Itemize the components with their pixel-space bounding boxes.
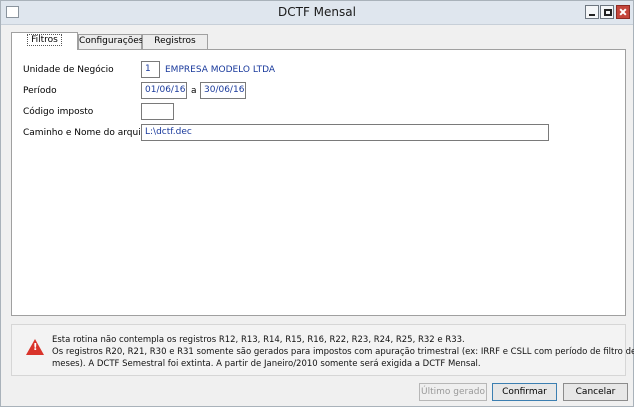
tab-configuracoes[interactable]: Configurações <box>78 34 143 49</box>
maximize-icon[interactable] <box>600 5 614 19</box>
cancelar-button[interactable]: Cancelar <box>563 383 628 401</box>
tab-filtros[interactable]: Filtros <box>11 32 78 50</box>
periodo-separator: a <box>191 86 197 96</box>
unidade-code-input[interactable]: 1 <box>141 61 160 78</box>
close-icon[interactable] <box>616 5 630 19</box>
periodo-inicio-input[interactable]: 01/06/16 <box>141 82 187 99</box>
unidade-name: EMPRESA MODELO LTDA <box>165 65 276 75</box>
codigo-imposto-input[interactable] <box>141 103 174 120</box>
unidade-label: Unidade de Negócio <box>23 65 114 75</box>
title-bar[interactable]: DCTF Mensal <box>1 1 633 25</box>
dctf-window: DCTF Mensal Filtros Configurações Regist… <box>0 0 634 407</box>
info-line-1: Esta rotina não contempla os registros R… <box>52 335 465 345</box>
caminho-arquivo-input[interactable]: L:\dctf.dec <box>141 124 549 141</box>
tab-registros[interactable]: Registros <box>142 34 208 49</box>
periodo-label: Período <box>23 86 57 96</box>
filtros-panel <box>11 49 626 316</box>
window-title: DCTF Mensal <box>278 5 356 19</box>
confirmar-button[interactable]: Confirmar <box>492 383 557 401</box>
codigo-label: Código imposto <box>23 107 94 117</box>
info-line-3: meses). A DCTF Semestral foi extinta. A … <box>52 359 481 369</box>
caminho-label: Caminho e Nome do arquivo <box>23 128 152 138</box>
ultimo-gerado-button[interactable]: Último gerado <box>419 383 487 401</box>
periodo-fim-input[interactable]: 30/06/16 <box>200 82 246 99</box>
info-line-2: Os registros R20, R21, R30 e R31 somente… <box>52 347 634 357</box>
warning-icon <box>26 339 44 355</box>
minimize-icon[interactable] <box>585 5 599 19</box>
info-box: Esta rotina não contempla os registros R… <box>11 324 634 376</box>
